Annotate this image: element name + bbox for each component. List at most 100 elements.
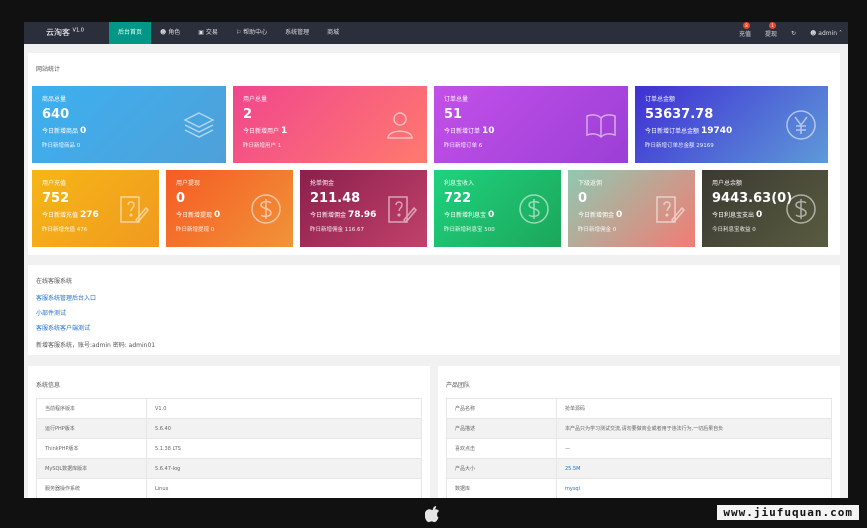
row-label: 服务器操作系统: [36, 478, 147, 498]
stat-value: 0: [578, 191, 588, 206]
stat-card: 订单总量 51 今日新增订单 10 昨日新增订单 6: [434, 86, 628, 163]
widget-test-link[interactable]: 小部件测试: [36, 308, 155, 317]
app-name: 云淘客: [46, 28, 70, 37]
withdraw-link[interactable]: 1 提现: [765, 22, 778, 38]
product-title: 产品团队: [446, 382, 471, 389]
client-test-link[interactable]: 客服系统客户端测试: [36, 323, 155, 332]
row-value: 5.6.40: [146, 418, 422, 439]
stat-today: 今日新增佣金 0: [578, 210, 622, 220]
stat-value: 9443.63(0): [712, 191, 793, 206]
admin-dashboard: 云淘客 V1.0 后台首页 ☻ 角色 ▣ 交易 ⚐ 帮助中心 系统管理 商城 8…: [24, 22, 848, 498]
row-value: 抢单源码: [556, 398, 832, 419]
layers-icon: [182, 108, 216, 142]
stat-today-value: 0: [213, 210, 221, 220]
row-value: V1.0: [146, 398, 422, 419]
stat-today-value: 10: [481, 126, 495, 136]
row-value: mysql: [556, 478, 832, 498]
row-label: 喜欢点击: [446, 438, 557, 459]
stat-today: 今日新增利息宝 0: [444, 210, 494, 220]
sysinfo-title: 系统信息: [36, 382, 61, 389]
stats-title: 网站统计: [36, 66, 61, 73]
stat-yesterday: 昨日新增用户 1: [243, 143, 282, 149]
nav-trade-label: 交易: [205, 29, 218, 36]
stat-value: 752: [42, 191, 70, 206]
nav-shop[interactable]: 商城: [318, 22, 348, 44]
nav-home[interactable]: 后台首页: [109, 22, 152, 44]
table-row: 当前程序版本 V1.0: [36, 398, 422, 419]
stat-today-value: 0: [79, 126, 87, 136]
stat-value: 722: [444, 191, 472, 206]
product-panel: 产品团队 产品名称 抢单源码 产品描述 本产品只为学习测试交流,请勿要做商业或者用于违…: [438, 366, 840, 498]
withdraw-label: 提现: [765, 30, 778, 38]
stat-title: 下级返佣: [578, 180, 603, 187]
yen-icon: [784, 108, 818, 142]
stat-today: 今日新增订单 10: [444, 126, 494, 136]
row-value: 25.5M: [556, 458, 832, 479]
recharge-link[interactable]: 8 充值: [739, 22, 751, 38]
stat-card: 利息宝收入 722 今日新增利息宝 0 昨日新增利息宝 500: [434, 170, 561, 247]
row-value: 5.6.47-log: [146, 458, 422, 479]
stat-yesterday: 昨日新增充值 476: [42, 227, 88, 233]
stat-title: 用户总量: [243, 96, 268, 103]
table-row: MySQL数据库版本 5.6.47-log: [36, 458, 422, 479]
sysinfo-panel: 系统信息 当前程序版本 V1.0 运行PHP版本 5.6.40 ThinkPHP版本 5.…: [28, 366, 430, 498]
service-admin-link[interactable]: 客服系统管理后台入口: [36, 293, 155, 302]
product-table: 产品名称 抢单源码 产品描述 本产品只为学习测试交流,请勿要做商业或者用于违法行为,一…: [446, 398, 832, 498]
row-label: 产品名称: [446, 398, 557, 419]
users-icon: [383, 108, 417, 142]
stat-card: 用户总量 2 今日新增用户 1 昨日新增用户 1: [233, 86, 427, 163]
stat-today: 今日新增订单总金额 19740: [645, 126, 732, 136]
site-watermark: www.jiufuquan.com: [717, 505, 859, 520]
stat-title: 用户充值: [42, 180, 67, 187]
user-name: admin: [818, 29, 838, 37]
flag-icon: ⚐: [235, 29, 242, 36]
table-row: 喜欢点击 —: [446, 438, 832, 459]
edit-icon: [383, 192, 418, 226]
stat-yesterday: 昨日新增订单总金额 29169: [645, 143, 714, 149]
sysinfo-table: 当前程序版本 V1.0 运行PHP版本 5.6.40 ThinkPHP版本 5.1.38 …: [36, 398, 422, 498]
stat-title: 商品总量: [42, 96, 67, 103]
stat-today-label: 今日新增订单: [444, 128, 481, 135]
stat-value: 53637.78: [645, 107, 714, 122]
stat-title: 订单总量: [444, 96, 469, 103]
refresh-icon[interactable]: ↻: [791, 30, 796, 37]
nav-help[interactable]: ⚐ 帮助中心: [227, 22, 276, 44]
withdraw-badge: 1: [769, 22, 777, 29]
nav-system[interactable]: 系统管理: [276, 22, 318, 44]
stat-yesterday: 昨日新增佣金 116.67: [310, 227, 364, 233]
nav-roles-label: 角色: [168, 29, 181, 36]
table-row: 产品大小 25.5M: [446, 458, 832, 479]
user-icon: ☻: [160, 29, 167, 36]
stat-today: 今日利息宝支出 0: [712, 210, 762, 220]
stat-today-label: 今日新增利息宝: [444, 212, 487, 219]
stat-title: 用户总余额: [712, 180, 743, 187]
row-value: Linux: [146, 478, 422, 498]
stat-yesterday: 昨日新增商品 0: [42, 143, 81, 149]
table-row: 服务器操作系统 Linux: [36, 478, 422, 498]
table-row: ThinkPHP版本 5.1.38 LTS: [36, 438, 422, 459]
stat-today-label: 今日利息宝支出: [712, 212, 755, 219]
trade-icon: ▣: [198, 29, 204, 36]
table-row: 产品名称 抢单源码: [446, 398, 832, 419]
nav-trade[interactable]: ▣ 交易: [189, 22, 227, 44]
stat-today-value: 276: [79, 210, 99, 220]
nav-roles[interactable]: ☻ 角色: [151, 22, 189, 44]
service-note: 新增客服系统，账号:admin 密码: admin01: [36, 342, 156, 349]
stat-today-value: 0: [615, 210, 623, 220]
app-logo[interactable]: 云淘客 V1.0: [46, 27, 84, 38]
edit-icon: [115, 192, 150, 226]
stat-today-label: 今日新增用户: [243, 128, 280, 135]
user-icon: ☻: [810, 29, 817, 37]
user-menu[interactable]: ☻ admin ˄: [810, 30, 842, 37]
right-nav: 8 充值 1 提现 ↻ ☻ admin ˄: [739, 22, 842, 44]
table-row: 产品描述 本产品只为学习测试交流,请勿要做商业或者用于违法行为,一切后果自负: [446, 418, 832, 439]
stats-panel: 网站统计 商品总量 640 今日新增商品 0 昨日新增商品 0 用户总量 2 今日新增用户 …: [28, 53, 840, 255]
stat-card: 用户充值 752 今日新增充值 276 昨日新增充值 476: [32, 170, 159, 247]
stat-today: 今日新增佣金 78.96: [310, 210, 376, 220]
chevron-up-icon: ˄: [839, 29, 842, 37]
stat-today-value: 0: [755, 210, 763, 220]
stat-value: 0: [176, 191, 186, 206]
row-label: 产品大小: [446, 458, 557, 479]
stat-today-label: 今日新增商品: [42, 128, 79, 135]
app-version: V1.0: [72, 27, 84, 34]
